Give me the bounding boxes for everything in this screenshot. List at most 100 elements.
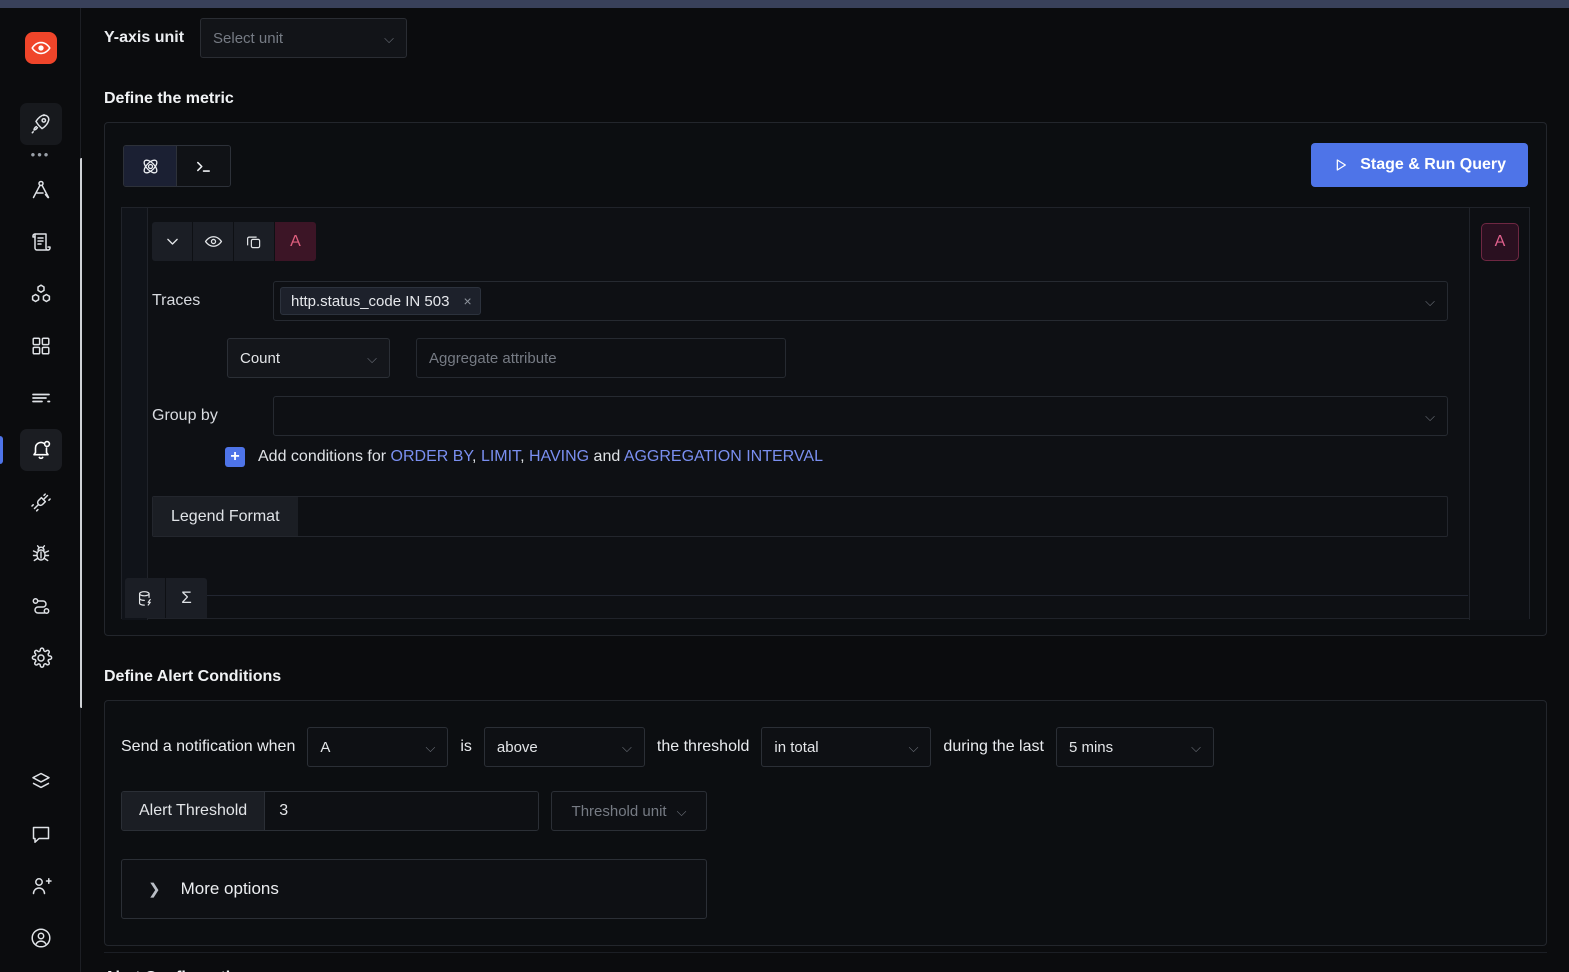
query-builder-tab[interactable] [124, 146, 177, 186]
clickhouse-query-tab[interactable] [177, 146, 230, 186]
aggregate-attribute-input[interactable]: Aggregate attribute [416, 338, 786, 378]
order-by-link[interactable]: ORDER BY [391, 448, 473, 465]
query-divider [193, 595, 1468, 596]
filter-tag-label: http.status_code IN 503 [291, 292, 450, 310]
alert-query-value: A [320, 738, 331, 756]
duplicate-query-button[interactable] [234, 222, 275, 261]
sidebar-item-dashboards[interactable] [0, 320, 81, 372]
group-by-row: Group by ⌵ [152, 396, 1448, 436]
alert-threshold-label: Alert Threshold [122, 792, 266, 830]
legend-format-input[interactable] [298, 497, 1447, 536]
sidebar-item-service-map[interactable] [0, 580, 81, 632]
y-axis-unit-label: Y-axis unit [104, 29, 185, 46]
database-bolt-icon [138, 590, 151, 606]
aggregate-function-select[interactable]: Count ⌵ [227, 338, 390, 378]
compass-icon [32, 180, 49, 199]
add-conditions-button[interactable]: + [225, 447, 245, 467]
threshold-unit-select[interactable]: Threshold unit ⌵ [551, 791, 707, 831]
alert-threshold-input[interactable]: 3 [265, 792, 538, 830]
having-link[interactable]: HAVING [529, 448, 589, 465]
aggregate-function-value: Count [240, 349, 281, 367]
query-builder-body: A A Traces http.status_code IN 503 × ⌵ C… [121, 207, 1530, 620]
stage-and-run-query-label: Stage & Run Query [1360, 156, 1506, 173]
left-navigation-rail: ••• [0, 8, 83, 972]
rail-expand-dots[interactable]: ••• [0, 148, 81, 164]
alert-threshold-row: Alert Threshold 3 Threshold unit ⌵ [105, 767, 1546, 831]
evaluation-window-select[interactable]: 5 mins ⌵ [1055, 727, 1214, 767]
query-a-badge[interactable]: A [1481, 223, 1519, 261]
query-datasource-button[interactable] [125, 578, 166, 618]
bug-icon [32, 545, 49, 562]
conditions-sep-1: , [472, 448, 481, 465]
rocket-icon [31, 114, 50, 134]
limit-link[interactable]: LIMIT [481, 448, 520, 465]
stage-and-run-query-button[interactable]: Stage & Run Query [1311, 143, 1528, 187]
filter-input[interactable]: http.status_code IN 503 × ⌵ [273, 281, 1448, 321]
sidebar-item-exceptions[interactable] [0, 528, 81, 580]
play-icon [1336, 159, 1347, 171]
sentence-part-3: the threshold [656, 738, 750, 755]
conditions-conjunction: and [589, 448, 624, 465]
alert-rule-editor-page: ••• Y-axis unit Select unit ⌵ Define the… [0, 0, 1569, 972]
add-conditions-text: Add conditions for ORDER BY, LIMIT, HAVI… [258, 448, 823, 466]
sidebar-item-get-started[interactable] [0, 98, 81, 150]
query-label-a[interactable]: A [275, 222, 316, 261]
sidebar-item-account[interactable] [0, 912, 81, 964]
sidebar-item-logs[interactable] [0, 216, 81, 268]
scroll-icon [31, 233, 51, 251]
aggregation-method-select[interactable]: in total ⌵ [761, 727, 932, 767]
aggregation-method-value: in total [774, 738, 819, 756]
formula-button[interactable]: Σ [166, 578, 207, 618]
aggregate-attribute-placeholder: Aggregate attribute [429, 349, 557, 367]
app-logo[interactable] [25, 32, 57, 64]
aggregation-interval-link[interactable]: AGGREGATION INTERVAL [624, 448, 823, 465]
comparator-select[interactable]: above ⌵ [483, 727, 645, 767]
sidebar-item-workspace[interactable] [0, 756, 81, 808]
section-divider [104, 952, 1547, 953]
chevron-down-icon: ⌵ [622, 739, 632, 755]
layers-icon [31, 772, 50, 789]
terminal-icon [197, 161, 210, 172]
group-by-label: Group by [152, 407, 218, 424]
sidebar-item-settings[interactable] [0, 632, 81, 684]
evaluation-window-value: 5 mins [1068, 738, 1114, 756]
collapse-query-button[interactable] [152, 222, 193, 261]
bars-icon [31, 393, 50, 403]
y-axis-unit-row: Y-axis unit Select unit ⌵ [104, 18, 1547, 58]
toggle-visibility-button[interactable] [193, 222, 234, 261]
sidebar-item-traces[interactable] [0, 268, 81, 320]
sidebar-item-invite-team[interactable] [0, 860, 81, 912]
define-metric-heading: Define the metric [104, 90, 234, 107]
plug-icon [30, 493, 51, 512]
more-options-toggle[interactable]: ❯ More options [121, 859, 707, 919]
data-source-label: Traces [152, 292, 201, 309]
threshold-unit-placeholder: Threshold unit [571, 802, 667, 820]
alert-query-select[interactable]: A ⌵ [307, 727, 449, 767]
aggregation-row: Count ⌵ Aggregate attribute [227, 338, 1448, 378]
query-mode-tabs [123, 145, 231, 187]
sidebar-item-support[interactable] [0, 808, 81, 860]
group-by-input[interactable]: ⌵ [273, 396, 1448, 436]
sentence-part-4: during the last [943, 738, 1044, 755]
rail-secondary-icons [0, 756, 81, 964]
y-axis-unit-select[interactable]: Select unit ⌵ [200, 18, 408, 58]
comparator-value: above [496, 738, 538, 756]
more-options-label: More options [180, 879, 279, 898]
query-toolbar: A [152, 222, 316, 261]
y-axis-unit-placeholder: Select unit [213, 29, 284, 47]
query-inner: A Traces http.status_code IN 503 × ⌵ Cou… [149, 208, 1468, 618]
route-icon [32, 598, 49, 614]
close-icon[interactable]: × [463, 293, 471, 309]
alert-condition-sentence: Send a notification when A ⌵ is above ⌵ … [105, 701, 1546, 767]
filter-tag[interactable]: http.status_code IN 503 × [280, 287, 481, 315]
cubes-icon [31, 284, 50, 303]
sidebar-item-integrations[interactable] [0, 476, 81, 528]
sidebar-item-messaging-queues[interactable] [0, 372, 81, 424]
user-circle-icon [30, 928, 51, 948]
sidebar-item-alerts[interactable] [0, 424, 81, 476]
chevron-down-icon: ⌵ [1191, 739, 1201, 755]
sidebar-item-services[interactable] [0, 164, 81, 216]
alert-conditions-card: Send a notification when A ⌵ is above ⌵ … [104, 700, 1547, 946]
metric-query-card: Stage & Run Query A A Traces http.status… [104, 122, 1547, 636]
legend-format-field: Legend Format [152, 496, 1448, 537]
